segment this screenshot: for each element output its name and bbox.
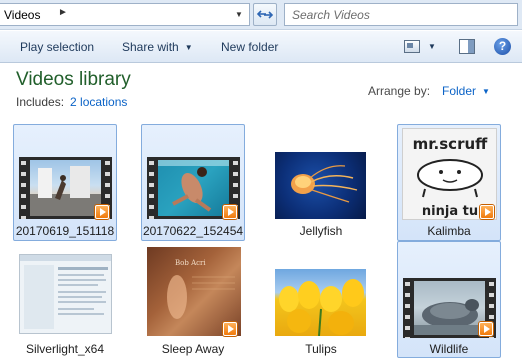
view-options-chevron-icon[interactable]: ▼ [428,42,436,51]
arrange-by-label: Arrange by: [368,84,431,98]
preview-pane-icon[interactable] [459,39,475,54]
video-frame-image [414,299,485,335]
search-field[interactable]: Search Videos [284,3,518,26]
share-with-button[interactable]: Share with ▼ [122,40,193,54]
jellyfish-image [291,165,358,203]
play-badge-icon [223,322,237,336]
chevron-down-icon: ▼ [482,87,490,96]
album-art-artist: Bob Acri [175,259,206,267]
file-item-20170619-151118[interactable]: 20170619_151118 [13,124,117,241]
arrange-by-value: Folder [442,84,477,98]
document-preview-image [20,255,111,329]
address-path[interactable]: Videos [4,8,40,22]
includes-label: Includes: [16,95,65,109]
address-bar-row: Videos ► ▼ Search Videos [0,0,522,30]
library-title: Videos library [16,69,131,90]
play-badge-icon [479,322,493,336]
play-badge-icon [223,205,237,219]
play-badge-icon [480,205,494,219]
command-bar: Play selection Share with ▼ New folder ▼ … [0,31,522,63]
file-item-tulips[interactable]: Tulips [269,241,373,358]
play-selection-button[interactable]: Play selection [20,40,94,54]
file-item-jellyfish[interactable]: Jellyfish [269,124,373,241]
address-bar[interactable]: Videos ► ▼ [0,3,250,26]
file-name: Jellyfish [299,224,343,238]
new-folder-button[interactable]: New folder [221,40,278,54]
chevron-down-icon: ▼ [184,43,193,52]
tulips-image [279,279,364,336]
file-name: Sleep Away [161,342,225,356]
file-item-wildlife[interactable]: Wildlife [397,241,501,358]
file-name: Silverlight_x64 [25,342,105,356]
file-name: 20170622_152454 [142,224,244,238]
refresh-button[interactable] [253,3,277,26]
address-history-dropdown-icon[interactable]: ▼ [231,8,247,22]
silverlight-thumbnail [19,254,112,334]
arrange-by-dropdown[interactable]: Folder ▼ [442,84,490,98]
file-name: Wildlife [429,342,469,356]
file-item-kalimba[interactable]: mr.scruff ninja tu Kalimba [397,124,501,241]
album-art-line2: ninja tu [422,204,478,219]
refresh-icon [256,10,274,19]
library-includes: Includes: 2 locations [16,95,127,109]
share-with-label: Share with [122,40,179,54]
album-art-line1: mr.scruff [413,135,488,153]
play-badge-icon [95,205,109,219]
video-frame-image [158,160,229,212]
file-name: 20170619_151118 [15,224,115,238]
help-icon[interactable]: ? [494,38,511,55]
file-item-silverlight-x64[interactable]: Silverlight_x64 [13,241,117,358]
search-placeholder[interactable]: Search Videos [292,8,370,22]
tulips-thumbnail [275,269,366,336]
locations-link[interactable]: 2 locations [70,95,127,109]
jellyfish-thumbnail [275,152,366,219]
breadcrumb-chevron-icon[interactable]: ► [58,7,68,18]
file-name: Tulips [305,342,337,356]
file-item-sleep-away[interactable]: Bob Acri Sleep Away [141,241,245,358]
file-item-20170622-152454[interactable]: 20170622_152454 [141,124,245,241]
file-name: Kalimba [427,224,471,238]
change-view-icon[interactable] [404,40,420,53]
video-frame-image [30,166,101,216]
